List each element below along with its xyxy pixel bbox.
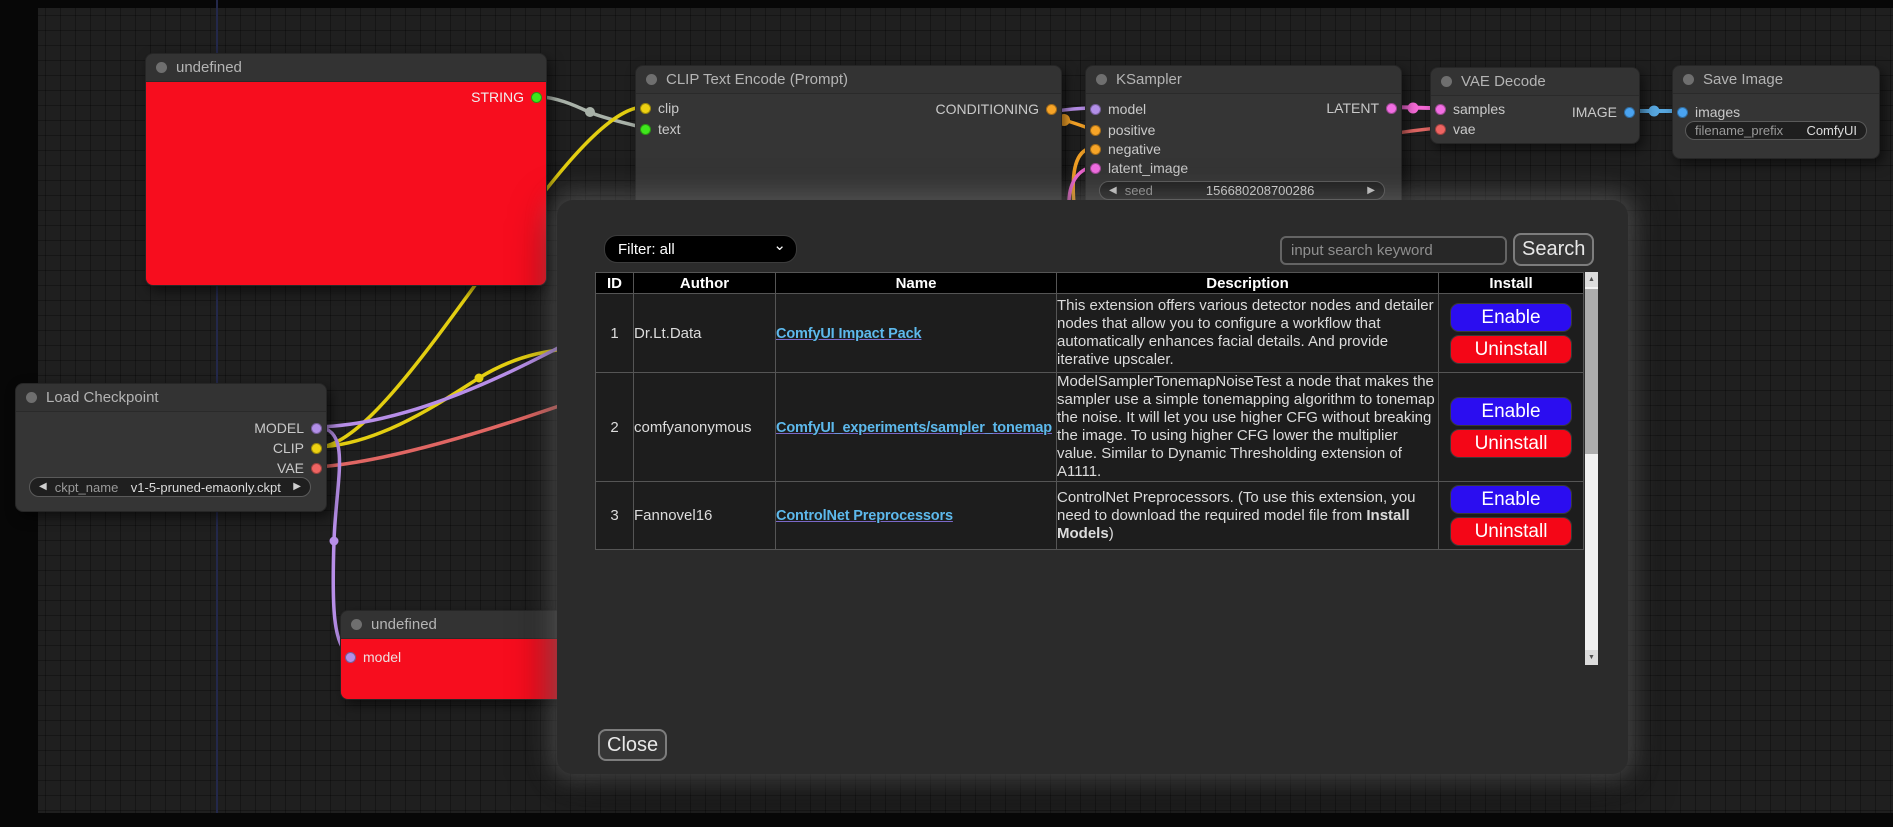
node-title: Save Image [1703,71,1783,88]
reroute-dot[interactable] [585,107,595,117]
input-port-icon[interactable] [640,103,651,114]
table-row: 3 Fannovel16 ControlNet Preprocessors Co… [596,482,1584,550]
filename-prefix-widget[interactable]: filename_prefix ComfyUI [1685,121,1867,140]
input-port-icon[interactable] [1090,163,1101,174]
cell-id: 3 [596,482,634,550]
column-header: Name [776,273,1057,294]
column-header: Description [1057,273,1439,294]
extension-link[interactable]: ControlNet Preprocessors [776,508,953,524]
node-title: VAE Decode [1461,73,1546,90]
uninstall-button[interactable]: Uninstall [1450,517,1572,546]
table-scrollbar[interactable]: ▲ ▼ [1585,272,1598,665]
seed-widget[interactable]: ◀ seed 156680208700286 ▶ [1099,181,1385,200]
filter-select[interactable]: Filter: all [604,235,797,263]
extensions-table: ID Author Name Description Install 1 Dr.… [595,272,1584,550]
input-port-icon[interactable] [1677,107,1688,118]
cell-id: 1 [596,294,634,373]
manager-dialog: Filter: all ⌄ Search ID Author Name Desc… [557,200,1628,774]
cell-install: Enable Uninstall [1439,373,1584,482]
output-port-icon[interactable] [311,443,322,454]
decrement-arrow-icon[interactable]: ◀ [1109,186,1117,196]
extensions-table-container: ID Author Name Description Install 1 Dr.… [595,272,1598,665]
column-header: Install [1439,273,1584,294]
collapse-dot-icon[interactable] [1683,74,1694,85]
cell-author: Fannovel16 [634,482,776,550]
collapse-dot-icon[interactable] [1096,74,1107,85]
increment-arrow-icon[interactable]: ▶ [293,482,301,492]
output-port-icon[interactable] [1624,107,1635,118]
input-port-icon[interactable] [1090,144,1101,155]
output-port-icon[interactable] [531,92,542,103]
table-row: 2 comfyanonymous ComfyUI_experiments/sam… [596,373,1584,482]
uninstall-button[interactable]: Uninstall [1450,429,1572,458]
output-port-icon[interactable] [311,423,322,434]
table-header-row: ID Author Name Description Install [596,273,1584,294]
input-port-icon[interactable] [1090,125,1101,136]
column-header: Author [634,273,776,294]
reroute-dot[interactable] [1649,106,1660,117]
output-port-icon[interactable] [311,463,322,474]
column-header: ID [596,273,634,294]
decrement-arrow-icon[interactable]: ◀ [39,482,47,492]
collapse-dot-icon[interactable] [646,74,657,85]
node-save-image[interactable]: Save Image images filename_prefix ComfyU… [1672,65,1880,159]
cell-author: comfyanonymous [634,373,776,482]
cell-description: This extension offers various detector n… [1057,294,1439,373]
cell-description: ModelSamplerTonemapNoiseTest a node that… [1057,373,1439,482]
scroll-up-icon[interactable]: ▲ [1585,272,1598,287]
node-load-checkpoint[interactable]: Load Checkpoint MODEL CLIP VAE ◀ ckpt_na… [15,383,327,512]
input-port-icon[interactable] [345,652,356,663]
enable-button[interactable]: Enable [1450,397,1572,426]
collapse-dot-icon[interactable] [26,392,37,403]
uninstall-button[interactable]: Uninstall [1450,335,1572,364]
input-port-icon[interactable] [1435,124,1446,135]
scroll-down-icon[interactable]: ▼ [1585,650,1598,665]
enable-button[interactable]: Enable [1450,303,1572,332]
reroute-dot[interactable] [330,537,339,546]
ckpt-name-widget[interactable]: ◀ ckpt_name v1-5-pruned-emaonly.ckpt ▶ [29,477,311,497]
reroute-dot[interactable] [1408,103,1419,114]
close-button[interactable]: Close [598,729,667,761]
enable-button[interactable]: Enable [1450,485,1572,514]
search-button[interactable]: Search [1513,233,1594,266]
input-port-icon[interactable] [1435,104,1446,115]
extension-link[interactable]: ComfyUI Impact Pack [776,326,921,342]
cell-install: Enable Uninstall [1439,294,1584,373]
cell-description: ControlNet Preprocessors. (To use this e… [1057,482,1439,550]
node-title: undefined [176,59,242,76]
node-title: KSampler [1116,71,1182,88]
extension-link[interactable]: ComfyUI_experiments/sampler_tonemap [776,420,1052,436]
input-port-icon[interactable] [1090,104,1101,115]
input-port-icon[interactable] [640,124,651,135]
scrollbar-thumb[interactable] [1585,289,1598,454]
node-vae-decode[interactable]: VAE Decode samples vae IMAGE [1430,67,1640,144]
search-input[interactable] [1280,236,1507,265]
error-node-body [146,82,546,285]
cell-install: Enable Uninstall [1439,482,1584,550]
table-row: 1 Dr.Lt.Data ComfyUI Impact Pack This ex… [596,294,1584,373]
comfyui-canvas[interactable]: undefined STRING CLIP Text Encode (Promp… [0,0,1893,827]
increment-arrow-icon[interactable]: ▶ [1367,186,1375,196]
collapse-dot-icon[interactable] [351,619,362,630]
cell-id: 2 [596,373,634,482]
node-undefined-top[interactable]: undefined STRING [145,53,547,286]
output-port-icon[interactable] [1046,104,1057,115]
collapse-dot-icon[interactable] [1441,76,1452,87]
collapse-dot-icon[interactable] [156,62,167,73]
node-title: undefined [371,616,437,633]
output-port-icon[interactable] [1386,103,1397,114]
node-title: Load Checkpoint [46,389,159,406]
canvas-edge-bottom [0,813,1893,827]
cell-author: Dr.Lt.Data [634,294,776,373]
reroute-dot[interactable] [475,374,484,383]
node-title: CLIP Text Encode (Prompt) [666,71,848,88]
node-undefined-bottom[interactable]: undefined model [340,610,570,700]
